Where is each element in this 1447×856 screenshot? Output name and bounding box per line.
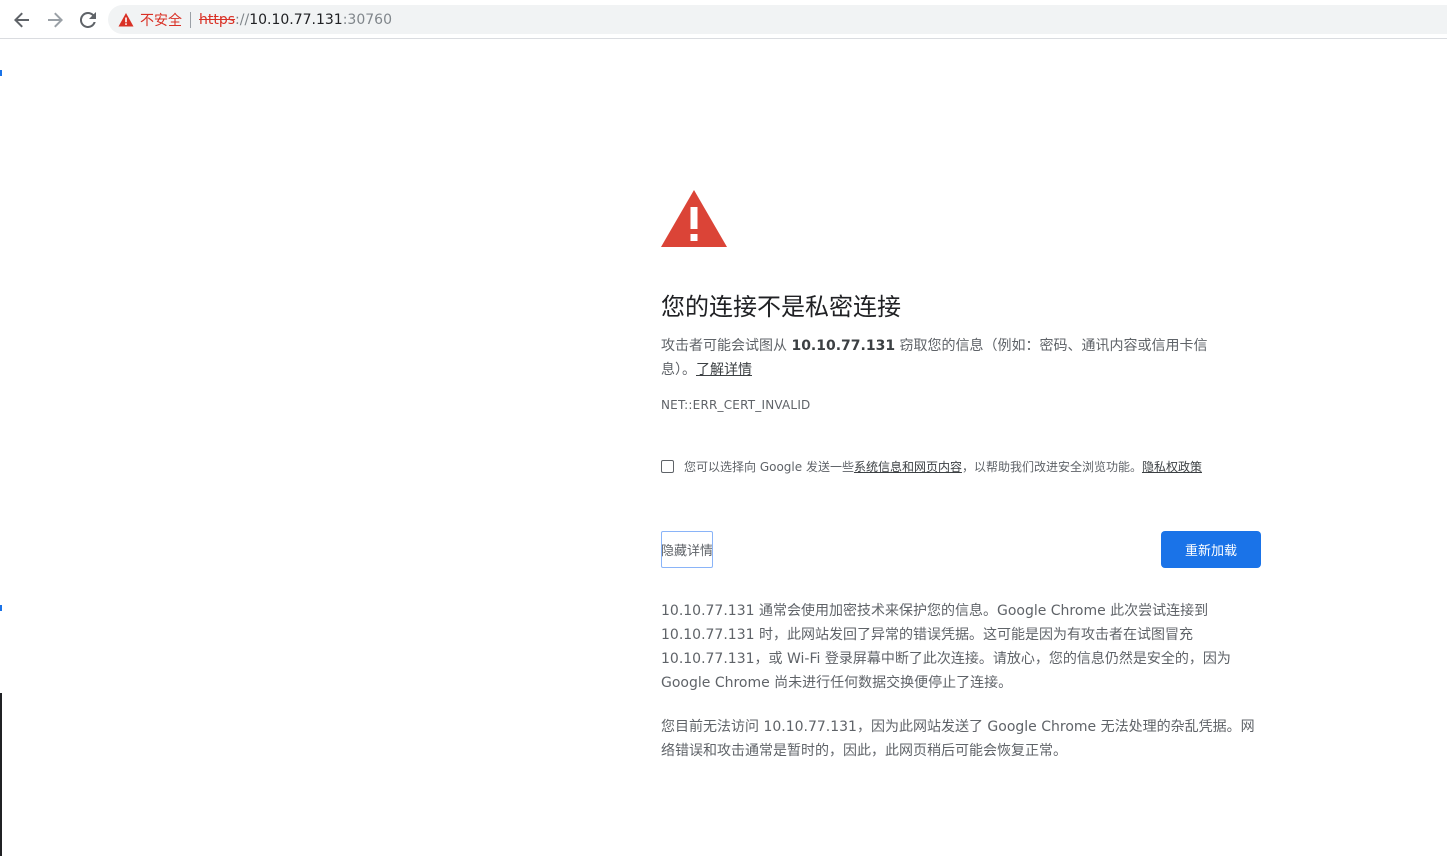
- primary-host: 10.10.77.131: [791, 338, 896, 354]
- window-edge-mark: [0, 605, 2, 611]
- large-warning-triangle-icon: [661, 190, 727, 247]
- reload-button[interactable]: 重新加载: [1161, 531, 1261, 568]
- omnibox-separator: [190, 11, 191, 28]
- url-text[interactable]: https://10.10.77.131:30760: [199, 12, 392, 28]
- primary-paragraph: 攻击者可能会试图从 10.10.77.131 窃取您的信息（例如：密码、通讯内容…: [661, 334, 1241, 382]
- optin-text-prefix: 您可以选择向 Google 发送一些: [684, 460, 854, 474]
- warning-triangle-icon: [118, 12, 134, 26]
- address-bar[interactable]: 不安全 https://10.10.77.131:30760: [108, 5, 1447, 34]
- privacy-policy-link[interactable]: 隐私权政策: [1142, 458, 1202, 475]
- url-port: :30760: [342, 11, 392, 28]
- window-edge-mark: [0, 693, 2, 856]
- window-edge-mark: [0, 70, 2, 76]
- system-info-link[interactable]: 系统信息和网页内容: [854, 458, 962, 475]
- reload-page-button[interactable]: [76, 8, 100, 32]
- reload-icon: [80, 12, 96, 28]
- learn-more-link[interactable]: 了解详情: [696, 362, 752, 378]
- forward-button[interactable]: [43, 8, 67, 32]
- hide-details-button[interactable]: 隐藏详情: [661, 531, 713, 568]
- safe-browsing-optin: 您可以选择向 Google 发送一些 系统信息和网页内容 ，以帮助我们改进安全浏览功…: [661, 458, 1261, 475]
- details-paragraph: 10.10.77.131 通常会使用加密技术来保护您的信息。Google Chr…: [661, 603, 1231, 691]
- url-host: 10.10.77.131: [249, 11, 343, 28]
- optin-text-middle: ，以帮助我们改进安全浏览功能。: [961, 460, 1142, 474]
- security-label[interactable]: 不安全: [140, 10, 182, 30]
- details-paragraph: 您目前无法访问 10.10.77.131，因为此网站发送了 Google Chr…: [661, 719, 1255, 759]
- url-scheme: https: [199, 11, 236, 28]
- back-button[interactable]: [10, 8, 34, 32]
- back-arrow-icon: [14, 12, 29, 28]
- forward-arrow-icon: [48, 12, 63, 28]
- page-heading: 您的连接不是私密连接: [661, 293, 901, 321]
- details-section: 10.10.77.131 通常会使用加密技术来保护您的信息。Google Chr…: [661, 599, 1261, 783]
- primary-text-prefix: 攻击者可能会试图从: [661, 338, 792, 354]
- optin-checkbox[interactable]: [661, 460, 674, 473]
- browser-toolbar: 不安全 https://10.10.77.131:30760: [0, 0, 1447, 39]
- error-code: NET::ERR_CERT_INVALID: [661, 398, 811, 412]
- url-scheme-separator: ://: [235, 11, 250, 28]
